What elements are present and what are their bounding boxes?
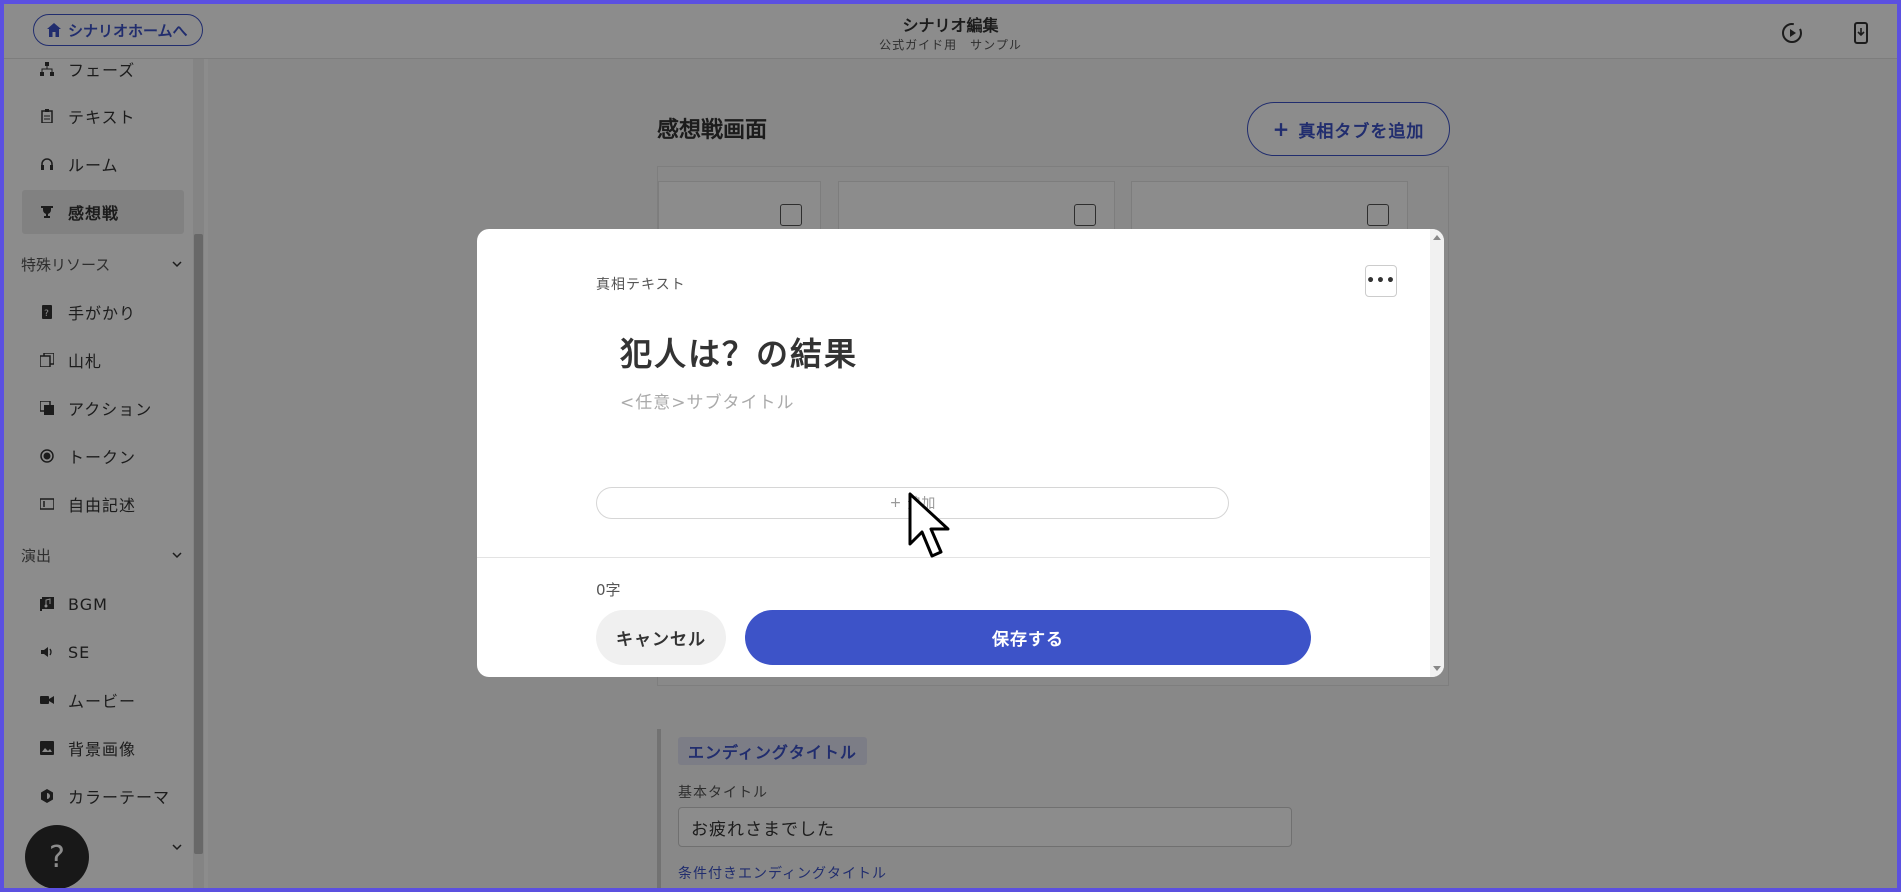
- scroll-up-arrow[interactable]: [1433, 235, 1441, 240]
- modal-label: 真相テキスト: [596, 277, 686, 293]
- cancel-button[interactable]: キャンセル: [596, 610, 726, 665]
- plus-icon: +: [889, 495, 902, 511]
- save-button[interactable]: 保存する: [745, 610, 1311, 665]
- scroll-down-arrow[interactable]: [1433, 666, 1441, 671]
- app-frame: シナリオホームへ シナリオ編集 公式ガイド用 サンプル フェーズ テキスト ルー…: [4, 4, 1897, 888]
- subtitle-input[interactable]: <任意>サブタイトル: [620, 388, 795, 413]
- mouse-cursor-icon: [908, 492, 950, 558]
- character-count: 0字: [596, 581, 621, 599]
- modal-scrollbar[interactable]: [1430, 229, 1444, 677]
- modal-heading[interactable]: 犯人は？の結果: [620, 329, 858, 375]
- more-options-button[interactable]: •••: [1365, 265, 1397, 297]
- truth-text-modal: 真相テキスト ••• 犯人は？の結果 <任意>サブタイトル + 追加 0字 キャ…: [477, 229, 1444, 677]
